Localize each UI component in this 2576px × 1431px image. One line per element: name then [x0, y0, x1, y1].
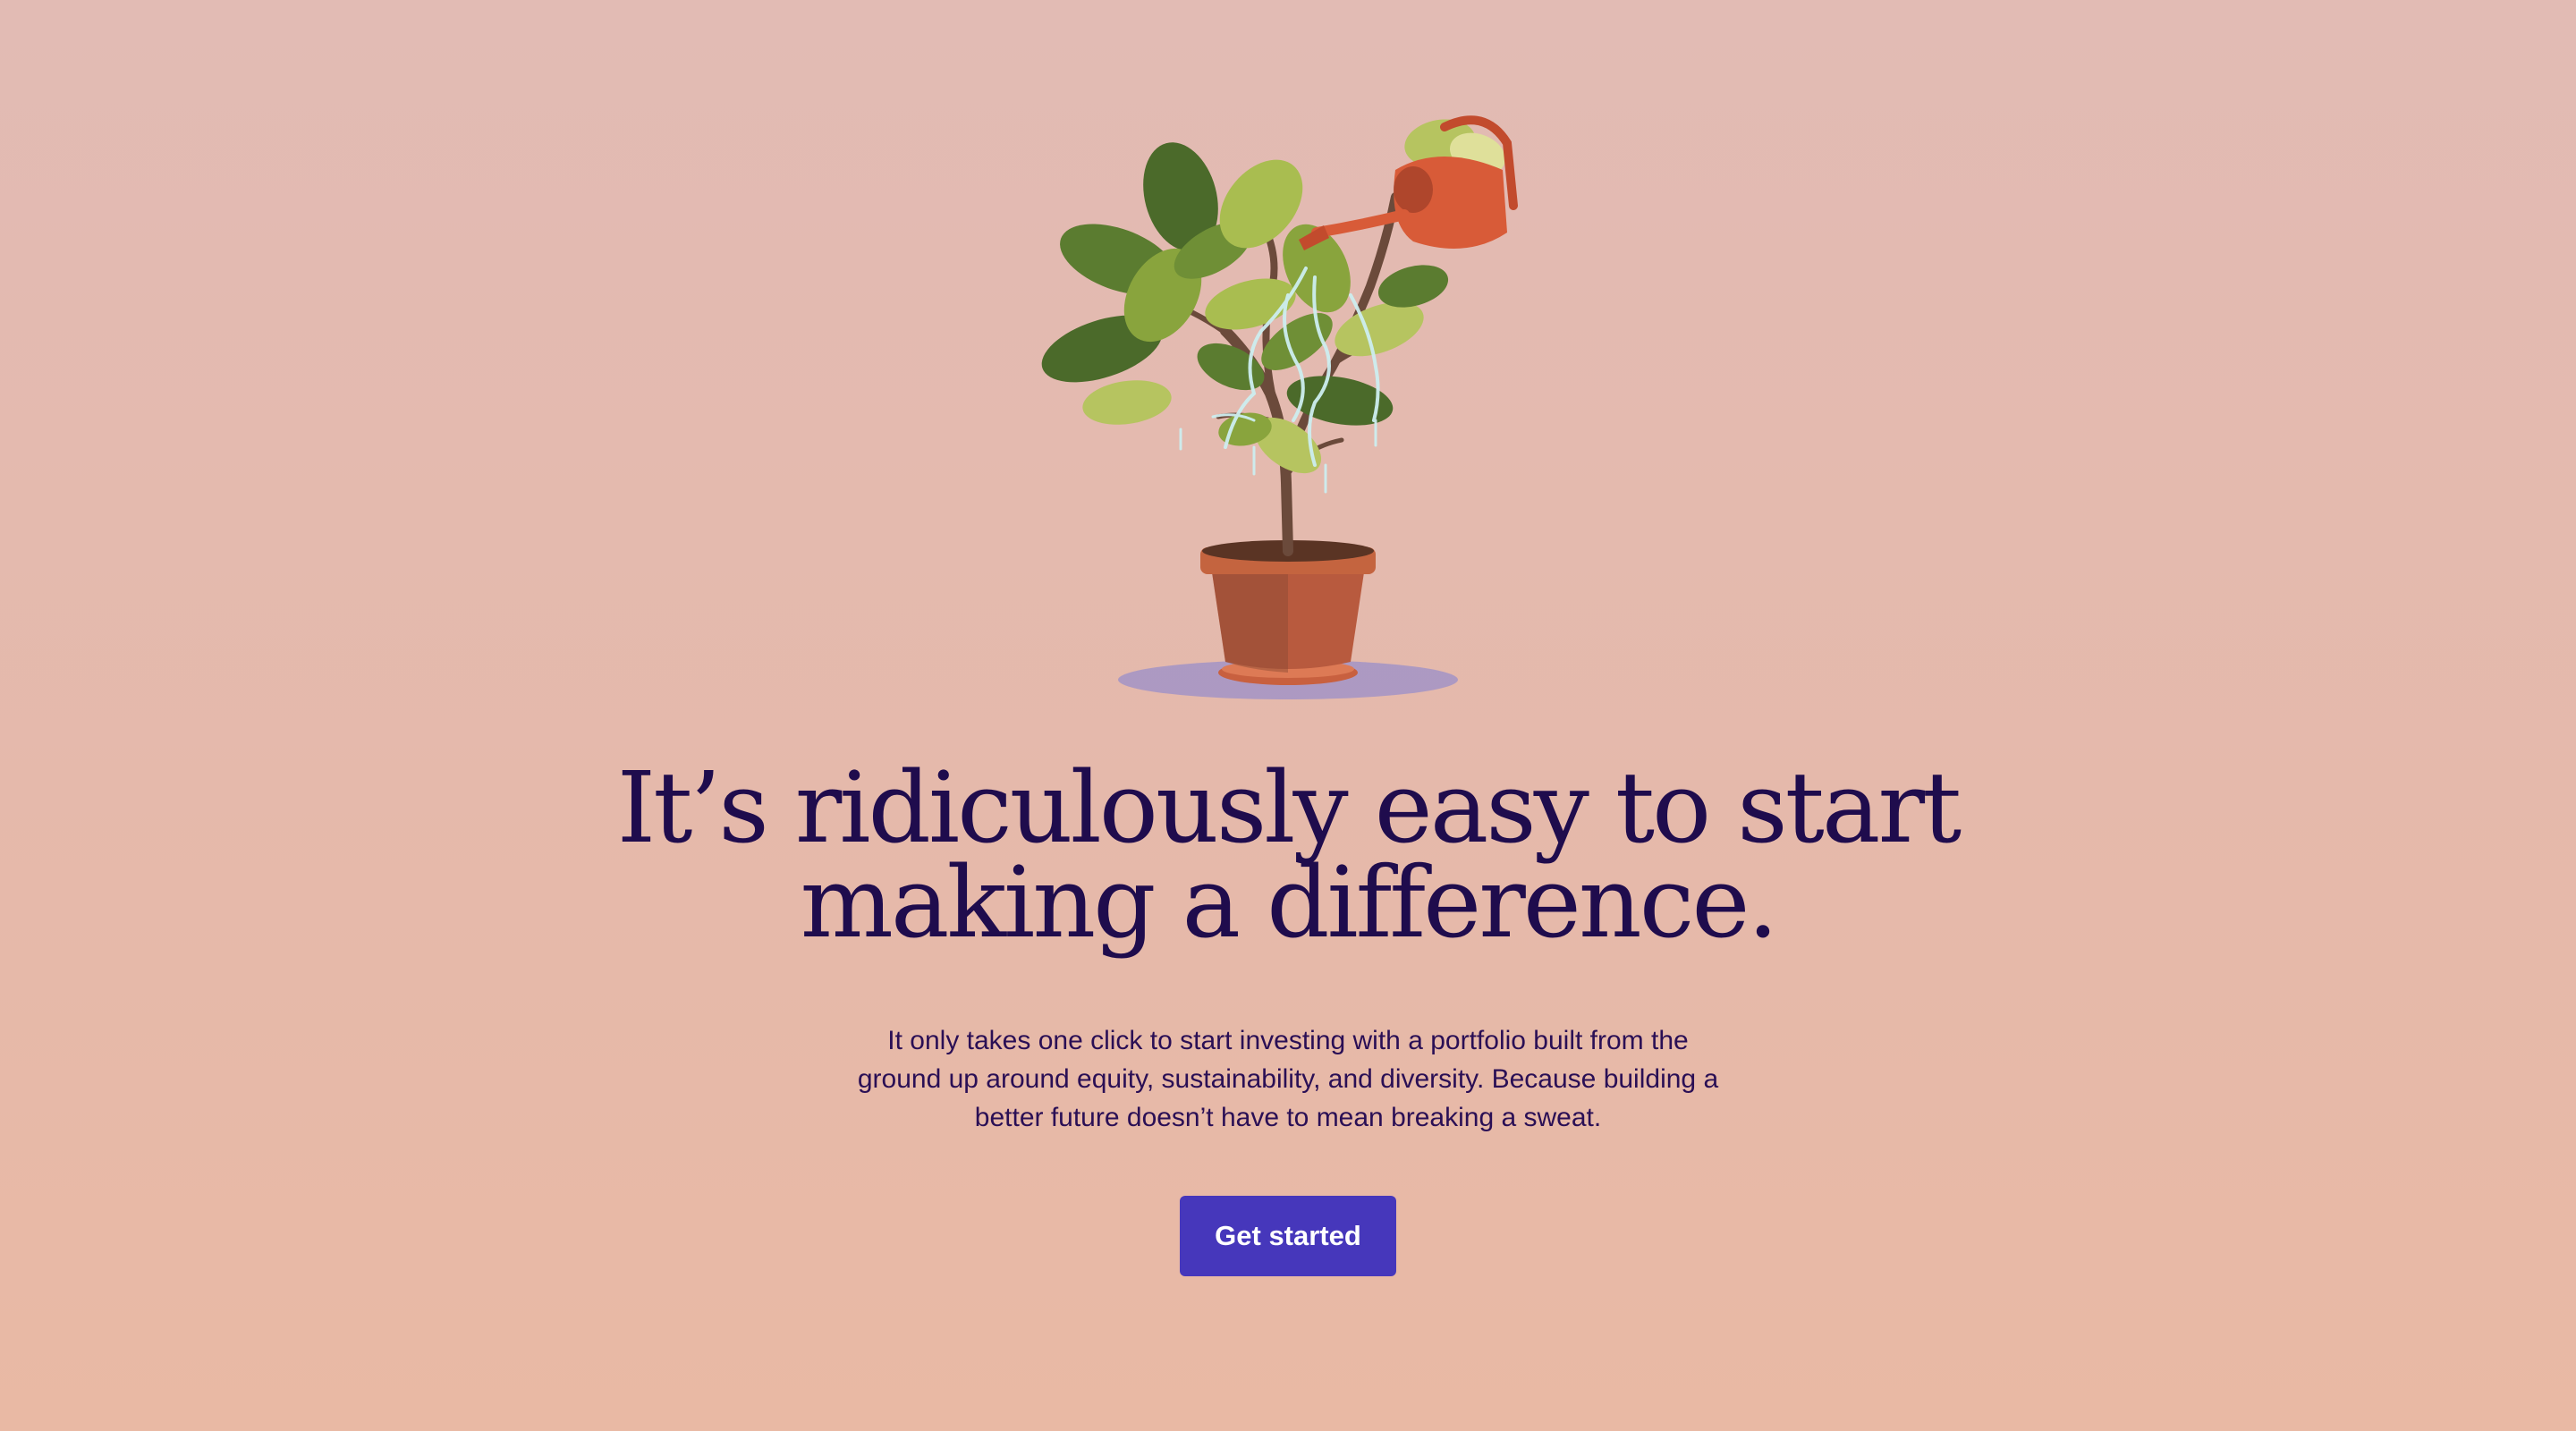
page-title: It’s ridiculously easy to start making a… — [572, 750, 2004, 960]
hero-description: It only takes one click to start investi… — [805, 1021, 1771, 1137]
hero-section: It’s ridiculously easy to start making a… — [0, 0, 2576, 1431]
page-title-line-2: making a difference. — [800, 845, 1779, 960]
watering-plant-illustration — [1041, 115, 1518, 699]
page-title-line-1: It’s ridiculously easy to start — [616, 750, 1962, 865]
hero-description-line-1: It only takes one click to start investi… — [887, 1026, 1689, 1055]
hero-description-line-2: ground up around equity, sustainability,… — [857, 1064, 1719, 1094]
get-started-button[interactable]: Get started — [1180, 1196, 1396, 1276]
hero-description-line-3: better future doesn’t have to mean break… — [974, 1103, 1602, 1132]
